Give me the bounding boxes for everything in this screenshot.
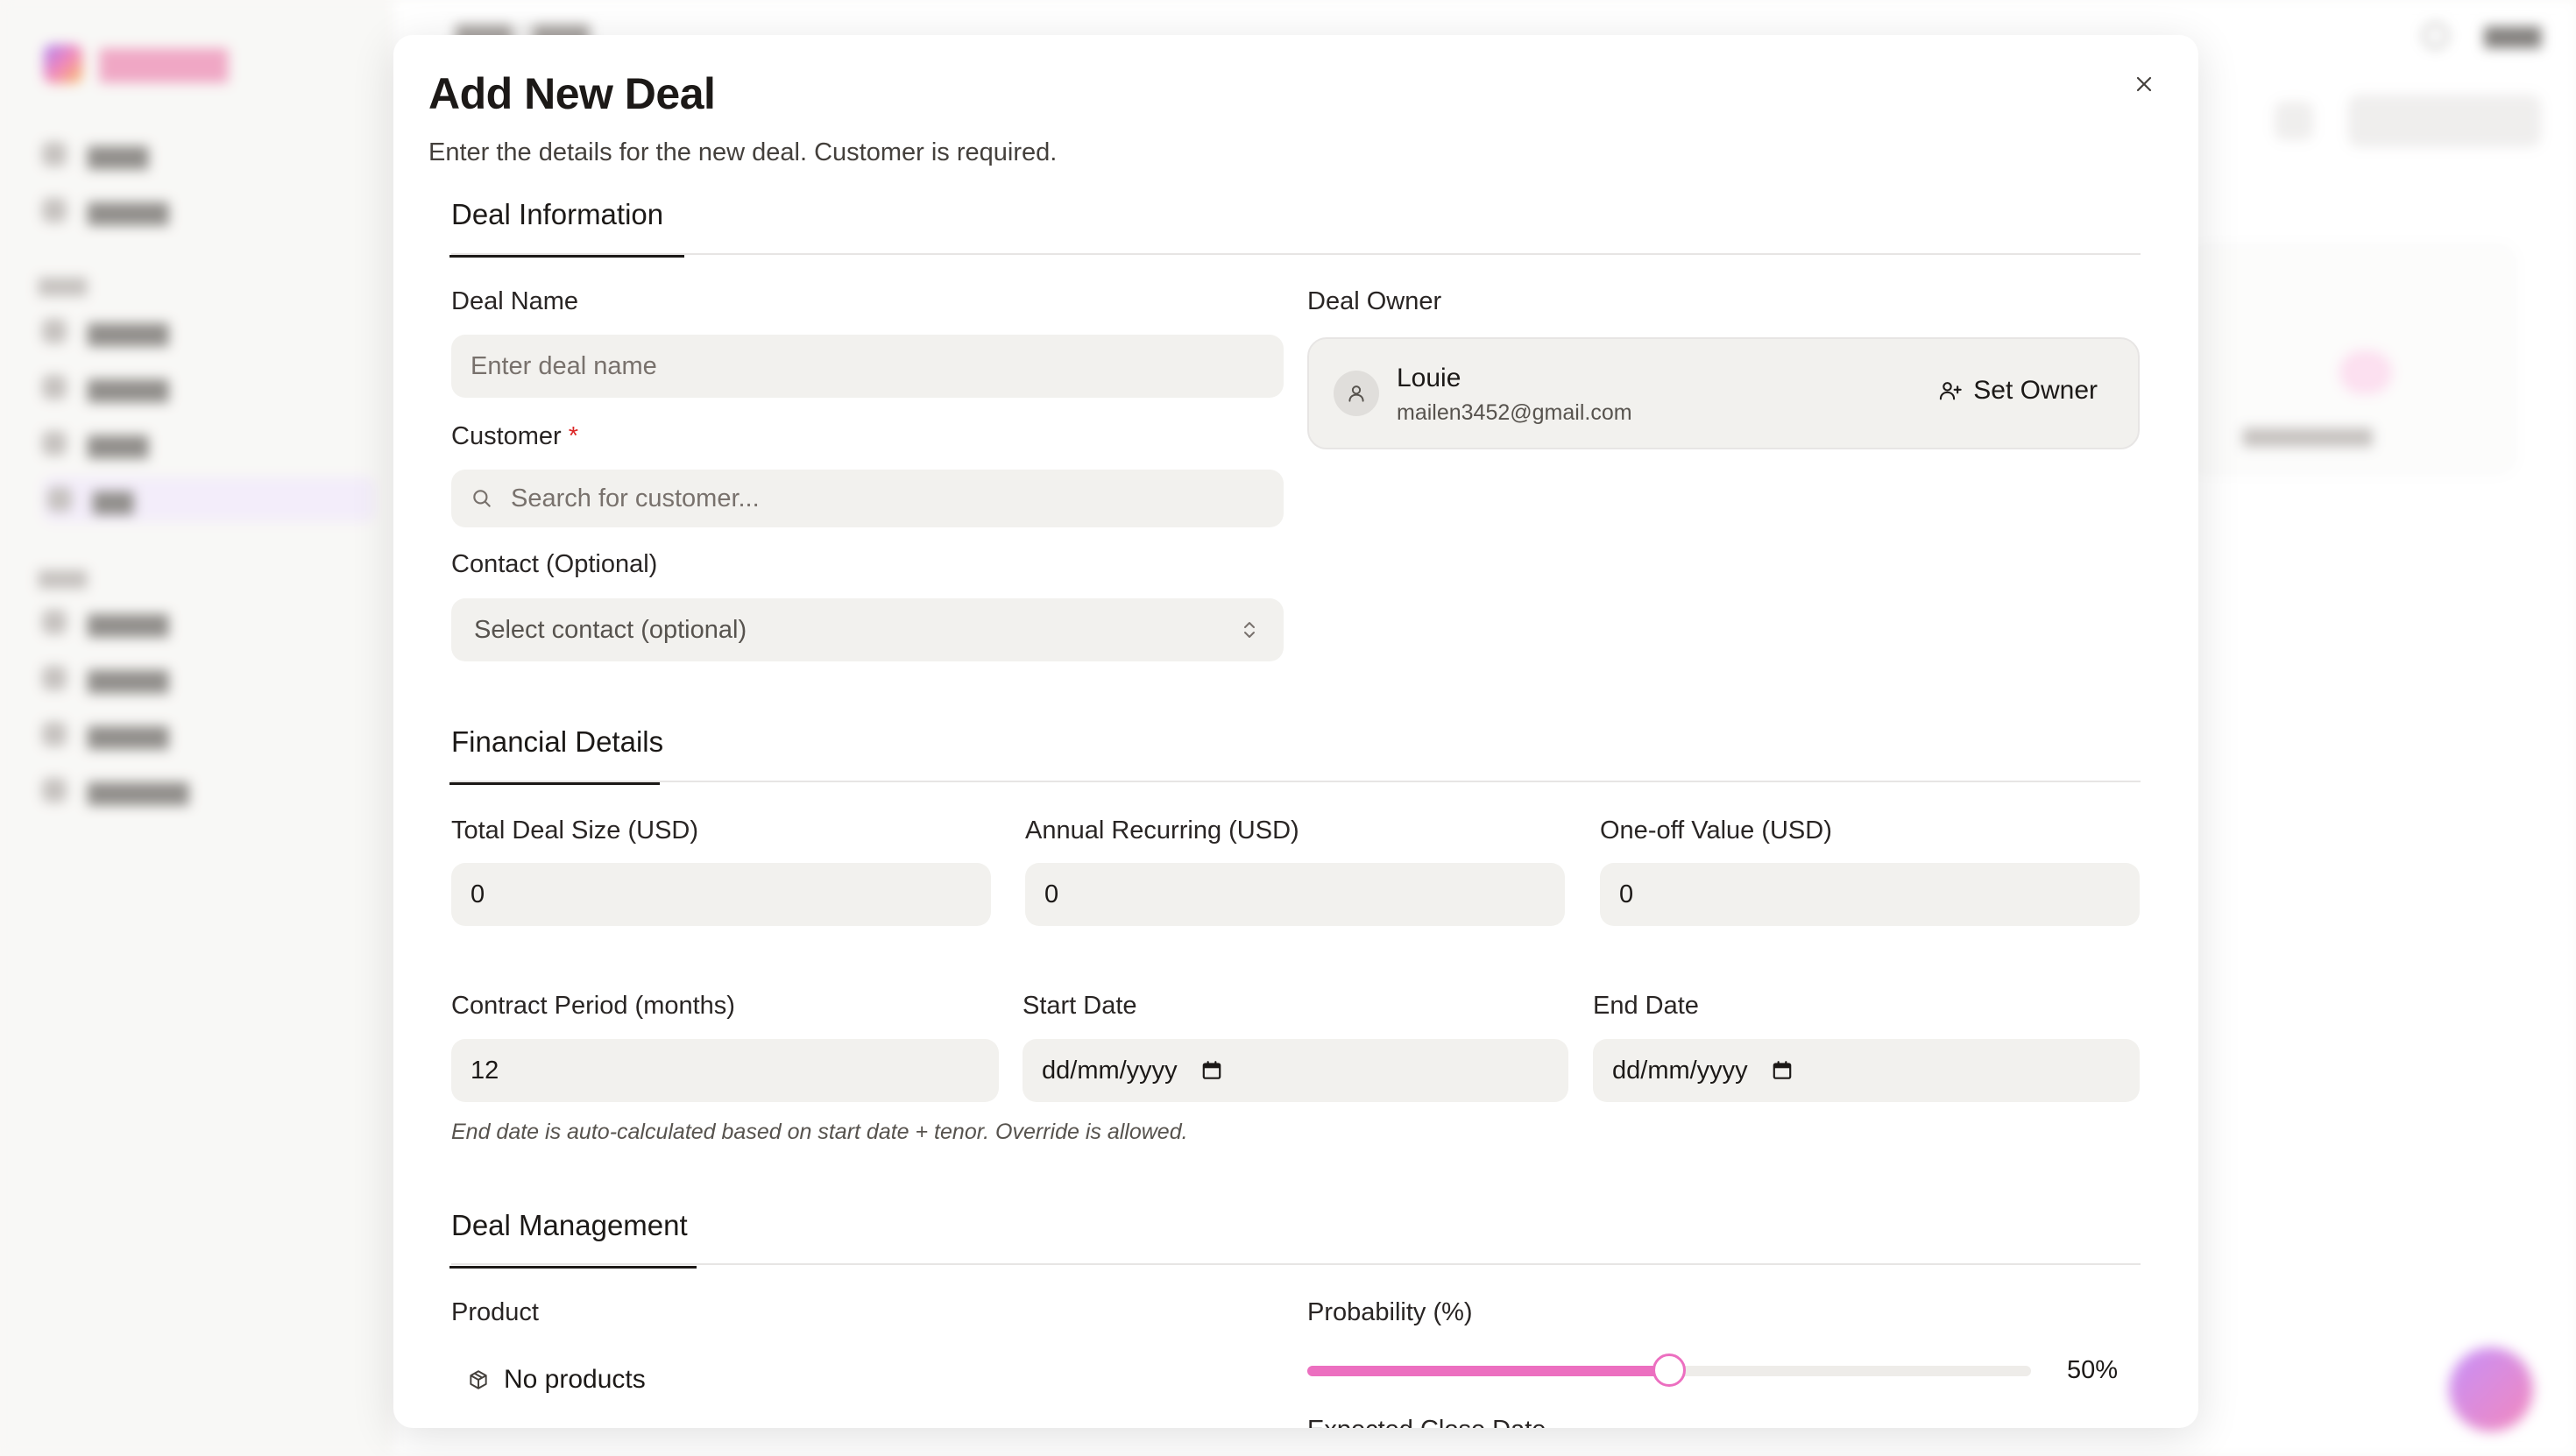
section-tab-deal-management[interactable]: Deal Management [449, 1209, 697, 1269]
section-tab-financial-details[interactable]: Financial Details [449, 725, 664, 785]
probability-value: 50% [2067, 1356, 2119, 1384]
deal-name-input[interactable]: Enter deal name [451, 335, 1284, 398]
contact-label: Contact (Optional) [451, 550, 658, 578]
required-mark: * [568, 422, 579, 450]
start-date-placeholder: dd/mm/yyyy [1042, 1056, 1178, 1085]
section-title: Deal Management [451, 1209, 688, 1241]
no-products-state: No products [467, 1365, 646, 1395]
end-date-input[interactable]: dd/mm/yyyy [1593, 1039, 2140, 1102]
start-date-label: Start Date [1023, 992, 1137, 1020]
dialog-subtitle: Enter the details for the new deal. Cust… [428, 138, 1058, 166]
probability-slider-thumb[interactable] [1652, 1354, 1686, 1387]
section-tab-deal-information[interactable]: Deal Information [449, 198, 684, 258]
annual-recurring-label: Annual Recurring (USD) [1025, 816, 1299, 845]
section-tab-underline [449, 255, 684, 258]
probability-label: Probability (%) [1307, 1298, 1473, 1326]
expected-close-date-label: Expected Close Date [1307, 1416, 1546, 1428]
section-divider [451, 253, 2141, 255]
section-title: Deal Information [451, 198, 664, 230]
annual-recurring-input[interactable]: 0 [1025, 863, 1565, 926]
customer-search-input[interactable]: Search for customer... [451, 470, 1284, 527]
section-tab-underline [449, 782, 660, 785]
total-deal-size-input[interactable]: 0 [451, 863, 991, 926]
contact-select[interactable]: Select contact (optional) [451, 598, 1284, 661]
user-plus-icon [1940, 382, 1962, 400]
user-avatar-icon [1334, 371, 1379, 416]
customer-label: Customer * [451, 422, 578, 451]
customer-label-text: Customer [451, 422, 562, 450]
start-date-input[interactable]: dd/mm/yyyy [1023, 1039, 1568, 1102]
dialog-title: Add New Deal [428, 69, 716, 118]
end-date-hint: End date is auto-calculated based on sta… [451, 1120, 1188, 1144]
set-owner-label: Set Owner [1973, 376, 2098, 405]
customer-placeholder: Search for customer... [511, 484, 760, 512]
close-button[interactable] [2125, 65, 2163, 103]
contact-select-value: Select contact (optional) [474, 615, 747, 644]
total-deal-size-value: 0 [471, 880, 485, 908]
deal-name-placeholder: Enter deal name [471, 351, 657, 380]
deal-owner-card: Louie mailen3452@gmail.com Set Owner [1307, 337, 2140, 449]
contract-period-input[interactable]: 12 [451, 1039, 999, 1102]
annual-recurring-value: 0 [1044, 880, 1059, 908]
probability-slider-fill [1307, 1366, 1669, 1376]
deal-name-label: Deal Name [451, 287, 579, 315]
no-products-text: No products [504, 1365, 646, 1394]
section-divider [451, 1263, 2141, 1265]
owner-email: mailen3452@gmail.com [1397, 400, 1632, 425]
end-date-label: End Date [1593, 992, 1699, 1020]
owner-name: Louie [1397, 364, 1461, 392]
product-label: Product [451, 1298, 539, 1326]
x-icon [2136, 76, 2152, 92]
set-owner-button[interactable]: Set Owner [1938, 376, 2098, 406]
end-date-placeholder: dd/mm/yyyy [1612, 1056, 1748, 1085]
one-off-value-label: One-off Value (USD) [1600, 816, 1832, 845]
deal-owner-label: Deal Owner [1307, 287, 1442, 315]
search-icon [471, 487, 493, 510]
section-divider [451, 781, 2141, 782]
package-icon [470, 1370, 487, 1389]
add-deal-dialog: Add New Deal Enter the details for the n… [393, 35, 2198, 1428]
calendar-icon[interactable] [1200, 1059, 1223, 1082]
calendar-icon[interactable] [1771, 1059, 1794, 1082]
one-off-value: 0 [1619, 880, 1634, 908]
section-title: Financial Details [451, 725, 664, 758]
total-deal-size-label: Total Deal Size (USD) [451, 816, 699, 845]
one-off-value-input[interactable]: 0 [1600, 863, 2140, 926]
contract-period-label: Contract Period (months) [451, 992, 735, 1020]
section-tab-underline [449, 1266, 697, 1269]
probability-slider[interactable] [1307, 1354, 2031, 1387]
chevrons-up-down-icon [1240, 618, 1259, 649]
contract-period-value: 12 [471, 1056, 499, 1085]
